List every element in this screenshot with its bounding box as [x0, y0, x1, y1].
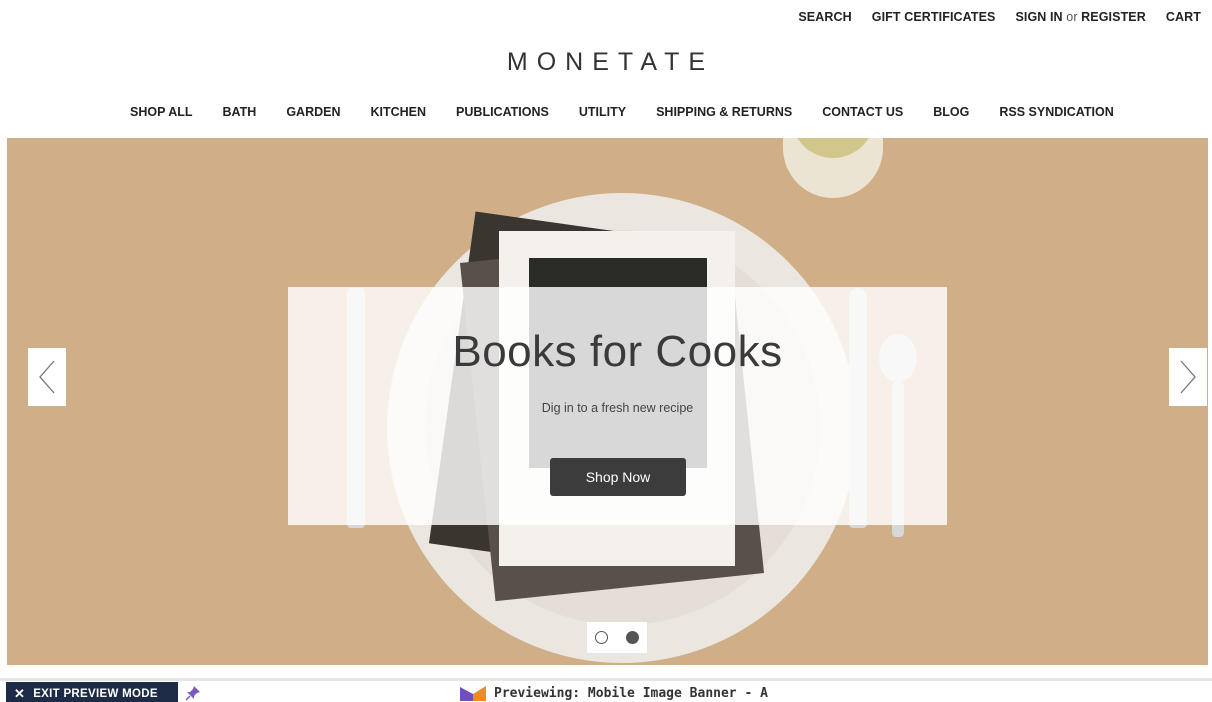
close-icon: ✕ [14, 685, 26, 701]
nav-item-bath[interactable]: BATH [223, 105, 257, 119]
nav-item-shop-all[interactable]: SHOP ALL [130, 105, 193, 119]
nav-item-rss-syndication[interactable]: RSS SYNDICATION [999, 105, 1113, 119]
search-link[interactable]: SEARCH [798, 10, 851, 24]
or-text: or [1066, 10, 1078, 24]
preview-status: Previewing: Mobile Image Banner - A [460, 685, 768, 701]
gift-certificates-link[interactable]: GIFT CERTIFICATES [872, 10, 996, 24]
sign-in-link[interactable]: SIGN IN [1015, 10, 1062, 24]
account-links: SIGN IN or REGISTER [1015, 10, 1145, 24]
carousel-dot-2[interactable] [626, 631, 639, 644]
main-nav: SHOP ALL BATH GARDEN KITCHEN PUBLICATION… [130, 105, 1144, 119]
cart-link[interactable]: CART [1166, 10, 1201, 24]
nav-item-blog[interactable]: BLOG [933, 105, 969, 119]
chevron-right-icon [1180, 360, 1196, 394]
carousel-dot-1[interactable] [595, 631, 608, 644]
preview-bar: ✕ EXIT PREVIEW MODE Previewing: Mobile I… [0, 678, 1212, 702]
exit-preview-label: EXIT PREVIEW MODE [33, 687, 158, 700]
carousel-prev-button[interactable] [28, 348, 66, 406]
register-link[interactable]: REGISTER [1081, 10, 1146, 24]
monetate-logo-icon [460, 686, 486, 701]
carousel-dots [587, 622, 647, 653]
exit-preview-button[interactable]: ✕ EXIT PREVIEW MODE [6, 682, 178, 702]
nav-item-utility[interactable]: UTILITY [579, 105, 626, 119]
hero-carousel: Books for Cooks Dig in to a fresh new re… [7, 138, 1208, 665]
pin-icon[interactable] [185, 685, 201, 701]
preview-text: Previewing: Mobile Image Banner - A [494, 685, 768, 701]
site-logo[interactable]: MONETATE [0, 48, 1212, 77]
hero-card: Books for Cooks Dig in to a fresh new re… [288, 287, 947, 525]
hero-subtitle: Dig in to a fresh new recipe [541, 401, 694, 415]
shop-now-button[interactable]: Shop Now [550, 458, 686, 496]
hero-title: Books for Cooks [452, 327, 783, 376]
nav-item-publications[interactable]: PUBLICATIONS [456, 105, 549, 119]
nav-item-garden[interactable]: GARDEN [286, 105, 340, 119]
nav-item-shipping-returns[interactable]: SHIPPING & RETURNS [656, 105, 792, 119]
nav-item-contact-us[interactable]: CONTACT US [822, 105, 903, 119]
utility-nav: SEARCH GIFT CERTIFICATES SIGN IN or REGI… [798, 10, 1201, 24]
carousel-next-button[interactable] [1169, 348, 1207, 406]
nav-item-kitchen[interactable]: KITCHEN [370, 105, 426, 119]
chevron-left-icon [39, 360, 55, 394]
